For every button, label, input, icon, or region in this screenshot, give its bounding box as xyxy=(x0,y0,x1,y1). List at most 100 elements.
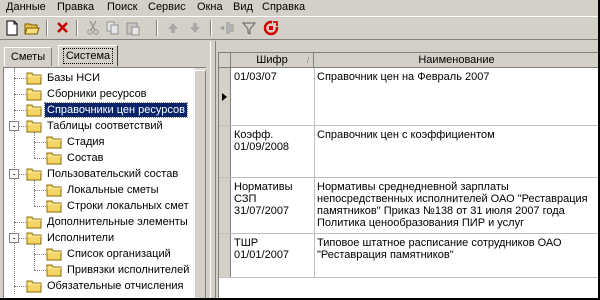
tab-sistema-label: Система xyxy=(62,48,114,64)
cell-name: Справочник цен с коэффициентом xyxy=(317,129,495,141)
tree-connector-line xyxy=(34,206,46,207)
tree-scrollbar[interactable] xyxy=(194,68,206,298)
tree-item-label: Список организаций xyxy=(67,248,171,260)
panel-splitter[interactable] xyxy=(210,41,216,298)
grid-column-divider xyxy=(314,234,315,277)
tree-item[interactable]: Строки локальных смет xyxy=(46,198,192,214)
tree-item[interactable]: Привязки исполнителей xyxy=(46,262,192,278)
menu-service[interactable]: Сервис xyxy=(148,1,186,13)
tab-smety[interactable]: Сметы xyxy=(4,47,52,66)
cell-code: ТШР 01/01/2007 xyxy=(234,237,290,261)
tree-view[interactable]: Базы НСИ Сборники ресурсов Справочники цен… xyxy=(3,67,206,298)
menu-data[interactable]: Данные xyxy=(6,1,46,13)
paste-icon xyxy=(126,22,140,36)
cell-name: Нормативы среднедневной зарплаты непосре… xyxy=(317,181,588,229)
tree-item[interactable]: Стадия xyxy=(46,134,192,150)
delete-icon xyxy=(57,22,68,33)
tree-item-label: Справочники цен ресурсов xyxy=(44,102,188,118)
tree-connector-line xyxy=(34,158,46,159)
grid-column-divider xyxy=(314,126,315,177)
menu-view[interactable]: Вид xyxy=(233,1,253,13)
tree-item-label: Стадия xyxy=(67,136,105,148)
move-down-button[interactable] xyxy=(186,19,204,37)
tree-scrollbar-thumb[interactable] xyxy=(194,70,206,298)
filter-button[interactable] xyxy=(240,19,258,37)
collapse-icon[interactable]: - xyxy=(9,233,19,243)
grid-header-indicator xyxy=(219,53,231,68)
row-indicator[interactable] xyxy=(219,178,231,233)
menu-windows[interactable]: Окна xyxy=(197,1,223,13)
refresh-button[interactable] xyxy=(262,19,280,37)
toolbar xyxy=(0,16,598,40)
tree-item[interactable]: Исполнители xyxy=(26,230,192,246)
menu-bar: Данные Правка Поиск Сервис Окна Вид Спра… xyxy=(0,0,598,15)
collapse-icon[interactable]: - xyxy=(9,169,19,179)
cell-code: Коэфф. 01/09/2008 xyxy=(234,129,290,153)
tree-item[interactable]: Справочники цен ресурсов xyxy=(26,102,192,118)
tree-connector-line xyxy=(14,286,26,287)
new-document-icon xyxy=(6,20,18,36)
tree-connector-line xyxy=(34,190,46,191)
copy-button[interactable] xyxy=(104,19,122,37)
grid-header-name-label: Наименование xyxy=(418,54,495,66)
tree-item[interactable]: Обязательные отчисления xyxy=(26,278,192,294)
tree-item[interactable]: Состав xyxy=(46,150,192,166)
toolbar-separator xyxy=(156,20,158,36)
tree-connector-line xyxy=(34,254,46,255)
cell-code: 01/03/07 xyxy=(234,71,277,83)
cut-button[interactable] xyxy=(84,19,102,37)
collapse-icon[interactable]: - xyxy=(9,121,19,131)
tree-connector-line xyxy=(34,142,46,143)
tree-connector-line xyxy=(14,110,26,111)
tree-item[interactable]: Таблицы соответствий xyxy=(26,118,192,134)
table-row[interactable]: Нормативы СЗП 31/07/2007 Нормативы средне… xyxy=(219,178,598,234)
sort-indicator-icon: / xyxy=(306,56,309,65)
tree-item[interactable]: Дополнительные элементы xyxy=(26,214,192,230)
grid-header-code[interactable]: Шифр / xyxy=(231,53,314,68)
insert-column-icon xyxy=(220,22,234,34)
tree-item[interactable]: Сборники ресурсов xyxy=(26,86,192,102)
app-window: Данные Правка Поиск Сервис Окна Вид Спра… xyxy=(0,0,598,298)
tree-item-label: Строки локальных смет xyxy=(67,200,189,212)
grid-header-name[interactable]: Наименование xyxy=(314,53,598,68)
copy-icon xyxy=(106,21,119,35)
move-up-button[interactable] xyxy=(164,19,182,37)
tree-item[interactable]: Локальные сметы xyxy=(46,182,192,198)
new-document-button[interactable] xyxy=(3,19,21,37)
open-folder-icon xyxy=(24,23,40,35)
row-indicator[interactable] xyxy=(219,126,231,177)
current-row-arrow-icon xyxy=(222,93,227,101)
table-row[interactable]: Коэфф. 01/09/2008 Справочник цен с коэффи… xyxy=(219,126,598,178)
tree-item-label: Состав xyxy=(67,152,104,164)
tree-item[interactable]: Пользовательский состав xyxy=(26,166,192,182)
tab-sistema[interactable]: Система xyxy=(58,45,118,66)
tree-item[interactable]: Список организаций xyxy=(46,246,192,262)
tree-item-label: Обязательные отчисления xyxy=(47,280,184,292)
menu-edit[interactable]: Правка xyxy=(57,1,94,13)
table-row[interactable]: ТШР 01/01/2007 Типовое штатное расписание… xyxy=(219,234,598,278)
tree-connector-line xyxy=(14,68,15,294)
data-grid[interactable]: Шифр / Наименование 01/03/07 Справочник ц… xyxy=(218,52,598,298)
tree-item[interactable]: Базы НСИ xyxy=(26,70,192,86)
toolbar-separator xyxy=(210,20,212,36)
cell-name: Типовое штатное расписание сотрудников О… xyxy=(317,237,562,261)
paste-button[interactable] xyxy=(124,19,142,37)
cell-code: Нормативы СЗП 31/07/2007 xyxy=(234,181,293,217)
menu-help[interactable]: Справка xyxy=(262,1,305,13)
table-row[interactable]: 01/03/07 Справочник цен на Февраль 2007 xyxy=(219,68,598,126)
open-button[interactable] xyxy=(23,19,41,37)
tree-item-label: Дополнительные элементы xyxy=(47,216,188,228)
delete-button[interactable] xyxy=(54,19,72,37)
cell-name: Справочник цен на Февраль 2007 xyxy=(317,71,490,83)
refresh-icon xyxy=(263,20,279,36)
insert-column-button[interactable] xyxy=(218,19,236,37)
tree-connector-line xyxy=(34,244,35,270)
row-indicator[interactable] xyxy=(219,234,231,277)
row-indicator[interactable] xyxy=(219,68,231,125)
grid-header-code-label: Шифр xyxy=(256,54,288,66)
tree-connector-line xyxy=(34,270,46,271)
tab-smety-label: Сметы xyxy=(10,51,46,63)
tree-item-label: Пользовательский состав xyxy=(47,168,179,180)
menu-search[interactable]: Поиск xyxy=(107,1,137,13)
toolbar-separator xyxy=(76,20,78,36)
